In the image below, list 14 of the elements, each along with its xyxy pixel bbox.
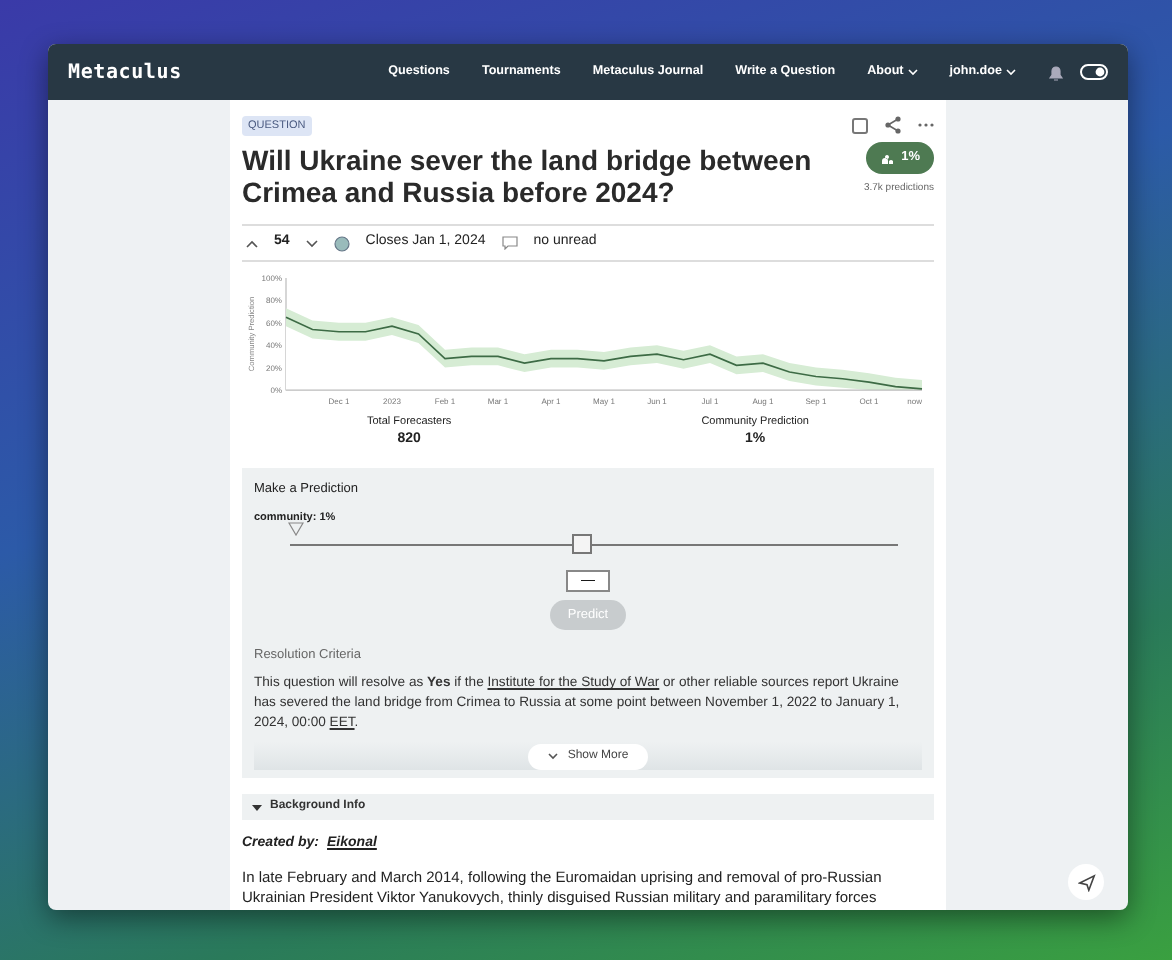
upvote-icon[interactable] — [246, 239, 258, 247]
share-icon — [884, 116, 902, 134]
chevron-down-icon — [547, 752, 558, 760]
bell-icon[interactable] — [1048, 63, 1064, 81]
paper-plane-icon — [1077, 873, 1095, 891]
site-logo[interactable]: Metaculus — [68, 57, 182, 87]
embed-icon — [852, 117, 868, 133]
downvote-icon[interactable] — [305, 239, 318, 247]
comment-icon — [501, 236, 518, 250]
slider-thumb[interactable] — [571, 533, 592, 553]
toggle-switch-icon[interactable] — [1080, 64, 1108, 80]
question-title: Will Ukraine sever the land bridge between Crimea and Russia before 2024? — [242, 144, 814, 209]
more-options-icon — [918, 122, 934, 128]
people-icon — [879, 151, 894, 164]
